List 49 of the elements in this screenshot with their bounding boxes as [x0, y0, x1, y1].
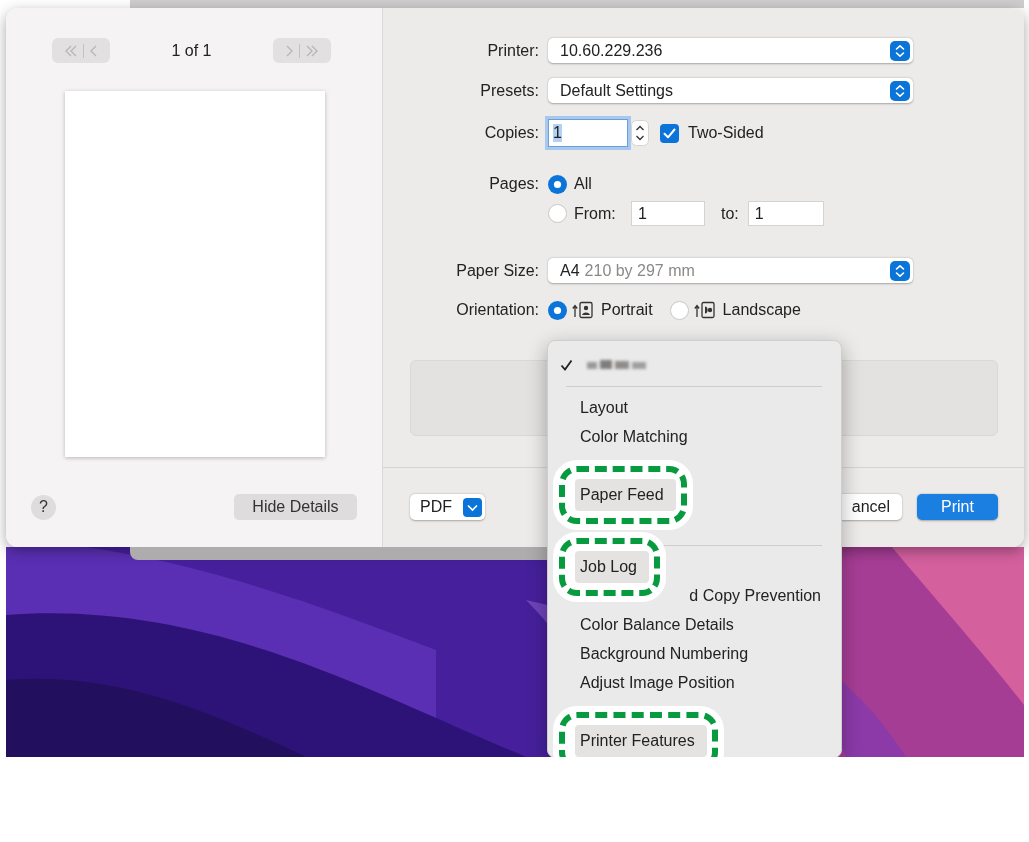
field-label: to: — [721, 204, 739, 223]
popup-arrows-icon — [890, 80, 910, 101]
radio-label: From: — [574, 204, 617, 223]
popup-arrows-icon — [890, 260, 910, 281]
popup-arrows-icon — [890, 40, 910, 61]
landscape-icon — [693, 301, 716, 319]
to-field[interactable]: 1 — [747, 201, 824, 226]
menu-item[interactable]: Adjust Image Position — [548, 668, 841, 697]
chevron-down-icon — [463, 497, 482, 517]
field-label: Paper Size: — [455, 261, 540, 280]
field-label: Presets: — [479, 81, 540, 100]
field-label: Orientation: — [455, 301, 540, 319]
copies-field[interactable]: 1 — [548, 119, 628, 147]
from-field[interactable]: 1 — [631, 201, 705, 226]
menu-item[interactable]: Printer Features — [575, 724, 707, 757]
menu-item[interactable]: Color Balance Details — [548, 610, 841, 639]
next-page-icon — [285, 43, 294, 58]
radio-button[interactable] — [548, 174, 567, 194]
paper-size-popup[interactable]: A4 210 by 297 mm — [548, 258, 913, 283]
presets-popup[interactable]: Default Settings — [548, 78, 913, 103]
menu-item[interactable]: Job Log — [575, 550, 649, 583]
stepper-icon[interactable] — [631, 120, 649, 146]
field-label: Copies: — [483, 124, 540, 142]
hide-details-button[interactable]: Hide Details — [234, 494, 357, 520]
blurred-label[interactable] — [585, 357, 649, 372]
radio-button[interactable] — [669, 300, 689, 320]
last-page-icon — [305, 43, 319, 58]
menu-item[interactable]: d Copy Prevention — [548, 581, 841, 610]
menu-item[interactable]: Background Numbering — [548, 639, 841, 668]
print-button[interactable]: Print — [917, 494, 998, 520]
radio-button[interactable] — [548, 300, 567, 320]
menu-item[interactable]: Layout — [548, 393, 841, 422]
checkbox-label: Two-Sided — [688, 124, 764, 142]
radio-label: Landscape — [722, 301, 801, 319]
field-label: Pages: — [488, 175, 540, 193]
printer-popup[interactable]: 10.60.229.236 — [548, 38, 913, 63]
radio-label: Portrait — [601, 301, 653, 319]
field-label: Printer: — [486, 41, 540, 60]
portrait-icon — [572, 301, 594, 319]
help-button[interactable]: ? — [31, 494, 56, 520]
radio-button[interactable] — [548, 204, 567, 223]
page-counter: 1 of 1 — [170, 41, 213, 60]
previous-page-icon — [89, 43, 98, 58]
menu-item[interactable]: Color Matching — [548, 422, 841, 451]
radio-label: All — [574, 175, 592, 193]
checkbox[interactable] — [660, 123, 679, 143]
pdf-button[interactable]: PDF — [410, 494, 485, 520]
first-page-icon — [64, 43, 78, 58]
menu-item[interactable]: Paper Feed — [575, 478, 676, 511]
